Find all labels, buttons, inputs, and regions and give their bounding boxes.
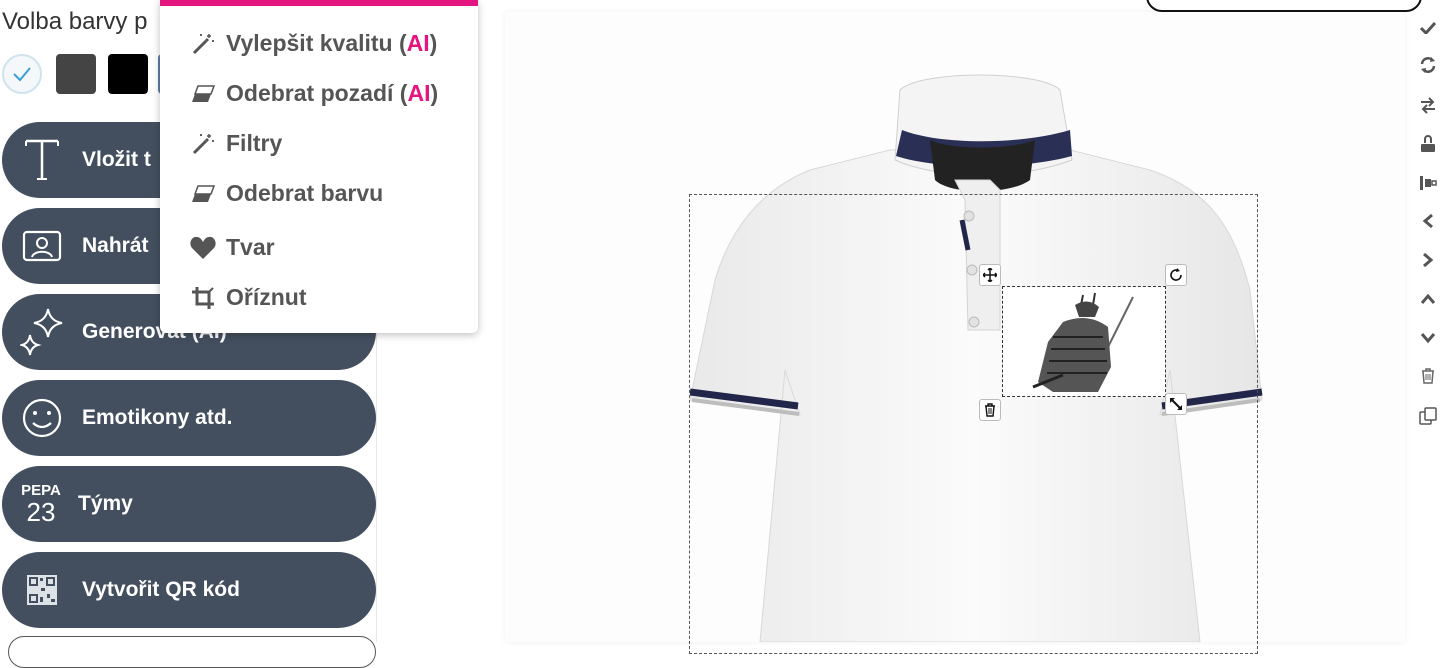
- resize-icon: [1170, 398, 1182, 410]
- menu-remove-background-ai: AI: [407, 80, 431, 106]
- magic-wand-icon: [190, 31, 216, 57]
- chevron-right-icon[interactable]: [1416, 248, 1440, 272]
- sparkle-icon: [20, 308, 64, 356]
- smiley-icon: [20, 396, 64, 440]
- magic-wand-icon: [190, 131, 216, 157]
- upload-image-icon: [20, 224, 64, 268]
- crop-icon: [190, 285, 216, 311]
- samurai-artwork: [1032, 292, 1134, 392]
- menu-shape-text: Tvar: [226, 234, 275, 260]
- qr-code-icon: [20, 568, 64, 612]
- menu-filters[interactable]: Filtry: [190, 130, 282, 157]
- menu-remove-background-text: Odebrat pozadí (: [226, 80, 408, 106]
- text-icon: [20, 138, 64, 182]
- move-icon: [983, 268, 997, 282]
- top-search-pill[interactable]: [1146, 0, 1422, 12]
- team-icon-text-bottom: 23: [26, 497, 56, 527]
- lock-icon[interactable]: [1416, 132, 1440, 156]
- create-qr-button[interactable]: Vytvořit QR kód: [2, 552, 376, 628]
- check-icon[interactable]: [1416, 16, 1440, 40]
- teams-label: Týmy: [78, 492, 133, 515]
- samurai-image-element[interactable]: [1002, 286, 1166, 397]
- menu-shape[interactable]: Tvar: [190, 234, 275, 261]
- trash-icon[interactable]: [1416, 364, 1440, 388]
- align-icon[interactable]: [1416, 171, 1440, 195]
- print-area-boundary: [689, 194, 1258, 654]
- chevron-left-icon[interactable]: [1416, 209, 1440, 233]
- color-selection-title: Volba barvy p: [2, 8, 148, 35]
- team-number-icon: PEPA 23: [16, 482, 66, 526]
- eraser-icon: [190, 81, 216, 107]
- emoticons-button[interactable]: Emotikony atd.: [2, 380, 376, 456]
- swatch-black[interactable]: [108, 54, 148, 94]
- menu-remove-color-text: Odebrat barvu: [226, 180, 384, 206]
- image-edit-menu: Vylepšit kvalitu (AI) Odebrat pozadí (AI…: [160, 0, 478, 333]
- menu-remove-background-close: ): [430, 80, 439, 106]
- menu-remove-color[interactable]: Odebrat barvu: [190, 180, 383, 207]
- eraser-icon: [190, 181, 216, 207]
- heart-icon: [190, 235, 216, 261]
- menu-enhance-quality[interactable]: Vylepšit kvalitu (AI): [190, 30, 437, 57]
- trash-icon: [985, 403, 995, 417]
- menu-enhance-quality-text: Vylepšit kvalitu (: [226, 30, 407, 56]
- menu-enhance-quality-ai: AI: [406, 30, 430, 56]
- delete-handle[interactable]: [979, 399, 1001, 421]
- rotate-handle[interactable]: [1165, 264, 1187, 286]
- emoticons-label: Emotikony atd.: [82, 406, 233, 429]
- duplicate-icon[interactable]: [1416, 404, 1440, 428]
- insert-text-label: Vložit t: [82, 148, 151, 171]
- upload-label: Nahrát: [82, 234, 149, 257]
- move-handle[interactable]: [979, 264, 1001, 286]
- swatch-white-selected[interactable]: [2, 54, 42, 94]
- menu-top-accent: [160, 0, 478, 6]
- menu-crop[interactable]: Oříznut: [190, 284, 307, 311]
- chevron-up-icon[interactable]: [1416, 287, 1440, 311]
- swap-icon[interactable]: [1416, 93, 1440, 117]
- menu-crop-text: Oříznut: [226, 284, 307, 310]
- menu-filters-text: Filtry: [226, 130, 283, 156]
- swatch-dark-gray[interactable]: [56, 54, 96, 94]
- create-qr-label: Vytvořit QR kód: [82, 578, 240, 601]
- menu-remove-background[interactable]: Odebrat pozadí (AI): [190, 80, 438, 107]
- refresh-icon[interactable]: [1416, 53, 1440, 77]
- chevron-down-icon[interactable]: [1416, 326, 1440, 350]
- teams-button[interactable]: PEPA 23 Týmy: [2, 466, 376, 542]
- menu-enhance-quality-close: ): [429, 30, 438, 56]
- resize-handle[interactable]: [1165, 393, 1187, 415]
- next-tool-button-partial[interactable]: [8, 636, 376, 668]
- rotate-icon: [1170, 268, 1182, 281]
- check-icon: [13, 67, 31, 82]
